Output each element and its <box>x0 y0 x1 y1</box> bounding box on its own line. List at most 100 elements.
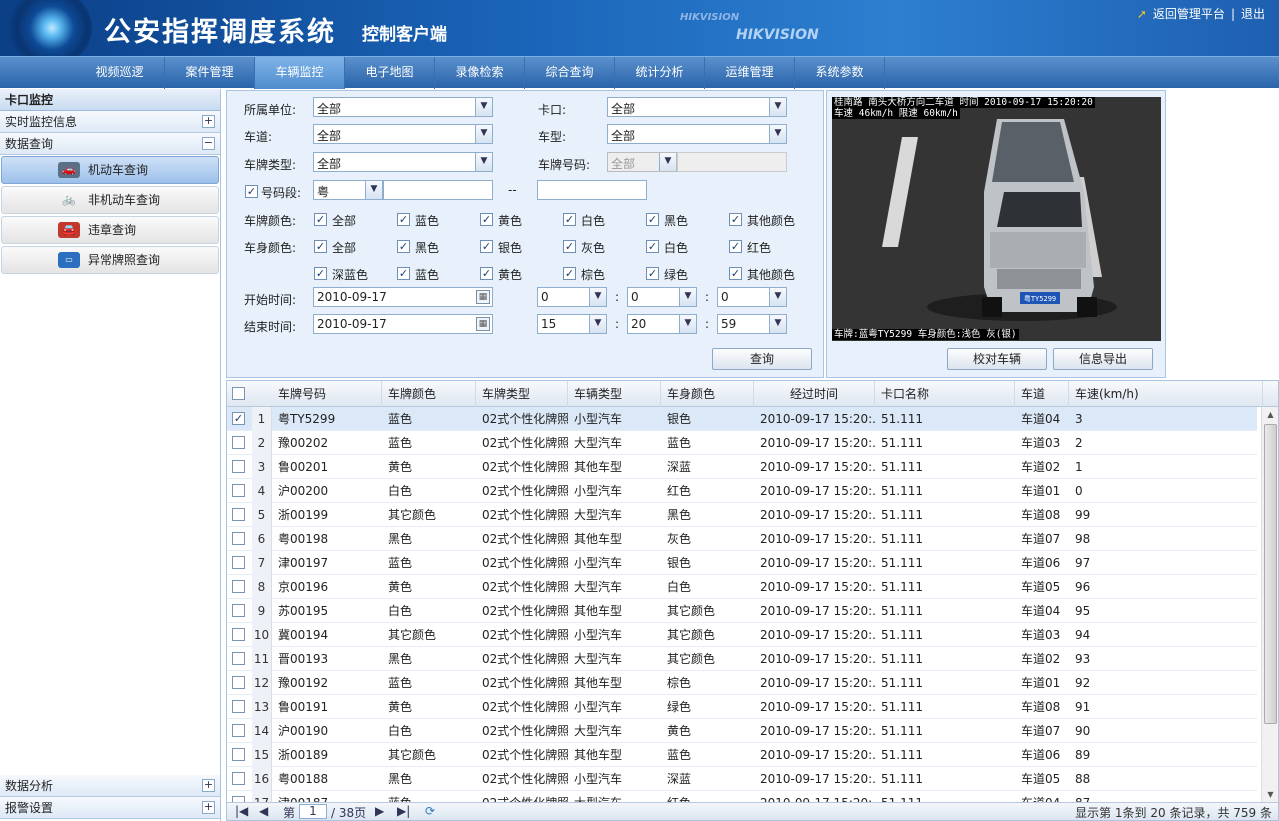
body-color-checkbox[interactable]: ✓ <box>729 240 742 253</box>
lane-select[interactable]: 全部 ▼ <box>313 124 493 144</box>
table-row[interactable]: 8 京00196 黄色 02式个性化牌照 大型汽车 白色 2010-09-17 15:20:… <box>227 575 1257 599</box>
row-checkbox[interactable] <box>232 484 245 497</box>
chevron-down-icon[interactable]: ▼ <box>769 98 786 116</box>
exit-link[interactable]: 退出 <box>1241 5 1265 22</box>
table-row[interactable]: 3 鲁00201 黄色 02式个性化牌照 其他车型 深蓝 2010-09-17 15:20:… <box>227 455 1257 479</box>
table-row[interactable]: 15 浙00189 其它颜色 02式个性化牌照 其他车型 蓝色 2010-09-17 15:… <box>227 743 1257 767</box>
scrollbar-thumb[interactable] <box>1264 424 1277 724</box>
col-plate-color[interactable]: 车牌颜色 <box>382 381 476 407</box>
sidebar-group-query[interactable]: 数据查询 − <box>0 133 220 155</box>
table-row[interactable]: 5 浙00199 其它颜色 02式个性化牌照 大型汽车 黑色 2010-09-17 15:2… <box>227 503 1257 527</box>
row-checkbox[interactable] <box>232 700 245 713</box>
row-checkbox[interactable] <box>232 748 245 761</box>
collapse-icon[interactable]: − <box>202 137 215 150</box>
nav-statistics[interactable]: 统计分析 <box>615 57 705 89</box>
plate-color-checkbox[interactable]: ✓ <box>314 213 327 226</box>
sidebar-group-analysis[interactable]: 数据分析 + <box>0 775 220 797</box>
chevron-down-icon[interactable]: ▼ <box>589 288 606 306</box>
table-row[interactable]: 6 粤00198 黑色 02式个性化牌照 其他车型 灰色 2010-09-17 15:20:… <box>227 527 1257 551</box>
plate-color-checkbox[interactable]: ✓ <box>646 213 659 226</box>
col-checkpoint[interactable]: 卡口名称 <box>875 381 1015 407</box>
col-plate-number[interactable]: 车牌号码 <box>272 381 382 407</box>
chevron-down-icon[interactable]: ▼ <box>679 288 696 306</box>
end-minute-select[interactable]: 20 ▼ <box>627 314 697 334</box>
last-page-icon[interactable]: ▶| <box>397 804 410 818</box>
segment-checkbox[interactable]: ✓ <box>245 185 258 198</box>
calendar-icon[interactable]: ▦ <box>476 290 490 304</box>
scroll-down-icon[interactable]: ▼ <box>1262 787 1278 803</box>
table-row[interactable]: 16 粤00188 黑色 02式个性化牌照 小型汽车 深蓝 2010-09-17 15:20… <box>227 767 1257 791</box>
nav-system-params[interactable]: 系统参数 <box>795 57 885 89</box>
chevron-down-icon[interactable]: ▼ <box>475 98 492 116</box>
body-color-checkbox[interactable]: ✓ <box>480 267 493 280</box>
table-row[interactable]: 4 沪00200 白色 02式个性化牌照 小型汽车 红色 2010-09-17 15:20:… <box>227 479 1257 503</box>
plate-color-checkbox[interactable]: ✓ <box>563 213 576 226</box>
row-checkbox[interactable] <box>232 772 245 785</box>
page-number-input[interactable]: 1 <box>299 804 327 819</box>
segment-prefix-select[interactable]: 粤 ▼ <box>313 180 383 200</box>
chevron-down-icon[interactable]: ▼ <box>475 125 492 143</box>
end-date-input[interactable]: 2010-09-17 ▦ <box>313 314 493 334</box>
verify-vehicle-button[interactable]: 校对车辆 <box>947 348 1047 370</box>
table-row[interactable]: 9 苏00195 白色 02式个性化牌照 其他车型 其它颜色 2010-09-17 15:2… <box>227 599 1257 623</box>
row-checkbox[interactable] <box>232 508 245 521</box>
end-second-select[interactable]: 59 ▼ <box>717 314 787 334</box>
row-checkbox[interactable]: ✓ <box>232 412 245 425</box>
checkpoint-select[interactable]: 全部 ▼ <box>607 97 787 117</box>
vehicle-capture-image[interactable]: 粤TY5299 桂南路 南头大桥方向二车道 时间 2010-09-17 15:2… <box>832 97 1161 341</box>
end-hour-select[interactable]: 15 ▼ <box>537 314 607 334</box>
body-color-checkbox[interactable]: ✓ <box>397 267 410 280</box>
chevron-down-icon[interactable]: ▼ <box>589 315 606 333</box>
row-checkbox[interactable] <box>232 628 245 641</box>
prev-page-icon[interactable]: ◀ <box>259 804 268 818</box>
nav-video-patrol[interactable]: 视频巡逻 <box>75 57 165 89</box>
sidebar-group-realtime[interactable]: 实时监控信息 + <box>0 111 220 133</box>
chevron-down-icon[interactable]: ▼ <box>475 153 492 171</box>
col-vehicle-type[interactable]: 车辆类型 <box>568 381 661 407</box>
start-second-select[interactable]: 0 ▼ <box>717 287 787 307</box>
table-row[interactable]: 12 豫00192 蓝色 02式个性化牌照 其他车型 棕色 2010-09-17 15:20… <box>227 671 1257 695</box>
row-checkbox[interactable] <box>232 604 245 617</box>
back-to-admin-link[interactable]: 返回管理平台 <box>1153 5 1225 22</box>
query-button[interactable]: 查询 <box>712 348 812 370</box>
expand-icon[interactable]: + <box>202 801 215 814</box>
col-plate-type[interactable]: 车牌类型 <box>476 381 568 407</box>
sidebar-item-non-motor[interactable]: 🚲 非机动车查询 <box>1 186 219 214</box>
sidebar-item-violation[interactable]: 🚘 违章查询 <box>1 216 219 244</box>
start-minute-select[interactable]: 0 ▼ <box>627 287 697 307</box>
body-color-checkbox[interactable]: ✓ <box>480 240 493 253</box>
col-pass-time[interactable]: 经过时间 <box>754 381 875 407</box>
chevron-down-icon[interactable]: ▼ <box>365 181 382 199</box>
row-checkbox[interactable] <box>232 580 245 593</box>
plate-color-checkbox[interactable]: ✓ <box>480 213 493 226</box>
expand-icon[interactable]: + <box>202 779 215 792</box>
first-page-icon[interactable]: |◀ <box>235 804 248 818</box>
unit-select[interactable]: 全部 ▼ <box>313 97 493 117</box>
table-row[interactable]: 2 豫00202 蓝色 02式个性化牌照 大型汽车 蓝色 2010-09-17 15:20:… <box>227 431 1257 455</box>
sidebar-group-alarm[interactable]: 报警设置 + <box>0 797 220 819</box>
row-checkbox[interactable] <box>232 436 245 449</box>
expand-icon[interactable]: + <box>202 115 215 128</box>
chevron-down-icon[interactable]: ▼ <box>769 125 786 143</box>
table-row[interactable]: 11 晋00193 黑色 02式个性化牌照 大型汽车 其它颜色 2010-09-17 15:… <box>227 647 1257 671</box>
export-info-button[interactable]: 信息导出 <box>1053 348 1153 370</box>
table-row[interactable]: 7 津00197 蓝色 02式个性化牌照 小型汽车 银色 2010-09-17 15:20:… <box>227 551 1257 575</box>
select-all-checkbox[interactable] <box>232 387 245 400</box>
sidebar-item-motor-vehicle[interactable]: 🚗 机动车查询 <box>1 156 219 184</box>
plate-color-checkbox[interactable]: ✓ <box>729 213 742 226</box>
col-speed[interactable]: 车速(km/h) <box>1069 381 1263 407</box>
sidebar-item-abnormal-plate[interactable]: ▭ 异常牌照查询 <box>1 246 219 274</box>
segment-end-input[interactable] <box>537 180 647 200</box>
start-date-input[interactable]: 2010-09-17 ▦ <box>313 287 493 307</box>
col-lane[interactable]: 车道 <box>1015 381 1069 407</box>
body-color-checkbox[interactable]: ✓ <box>646 240 659 253</box>
body-color-checkbox[interactable]: ✓ <box>397 240 410 253</box>
vertical-scrollbar[interactable]: ▲ ▼ <box>1261 407 1278 803</box>
calendar-icon[interactable]: ▦ <box>476 317 490 331</box>
start-hour-select[interactable]: 0 ▼ <box>537 287 607 307</box>
nav-general-query[interactable]: 综合查询 <box>525 57 615 89</box>
nav-case-management[interactable]: 案件管理 <box>165 57 255 89</box>
chevron-down-icon[interactable]: ▼ <box>769 315 786 333</box>
body-color-checkbox[interactable]: ✓ <box>563 267 576 280</box>
table-row[interactable]: ✓ 1 粤TY5299 蓝色 02式个性化牌照 小型汽车 银色 2010-09-17 15:2… <box>227 407 1257 431</box>
